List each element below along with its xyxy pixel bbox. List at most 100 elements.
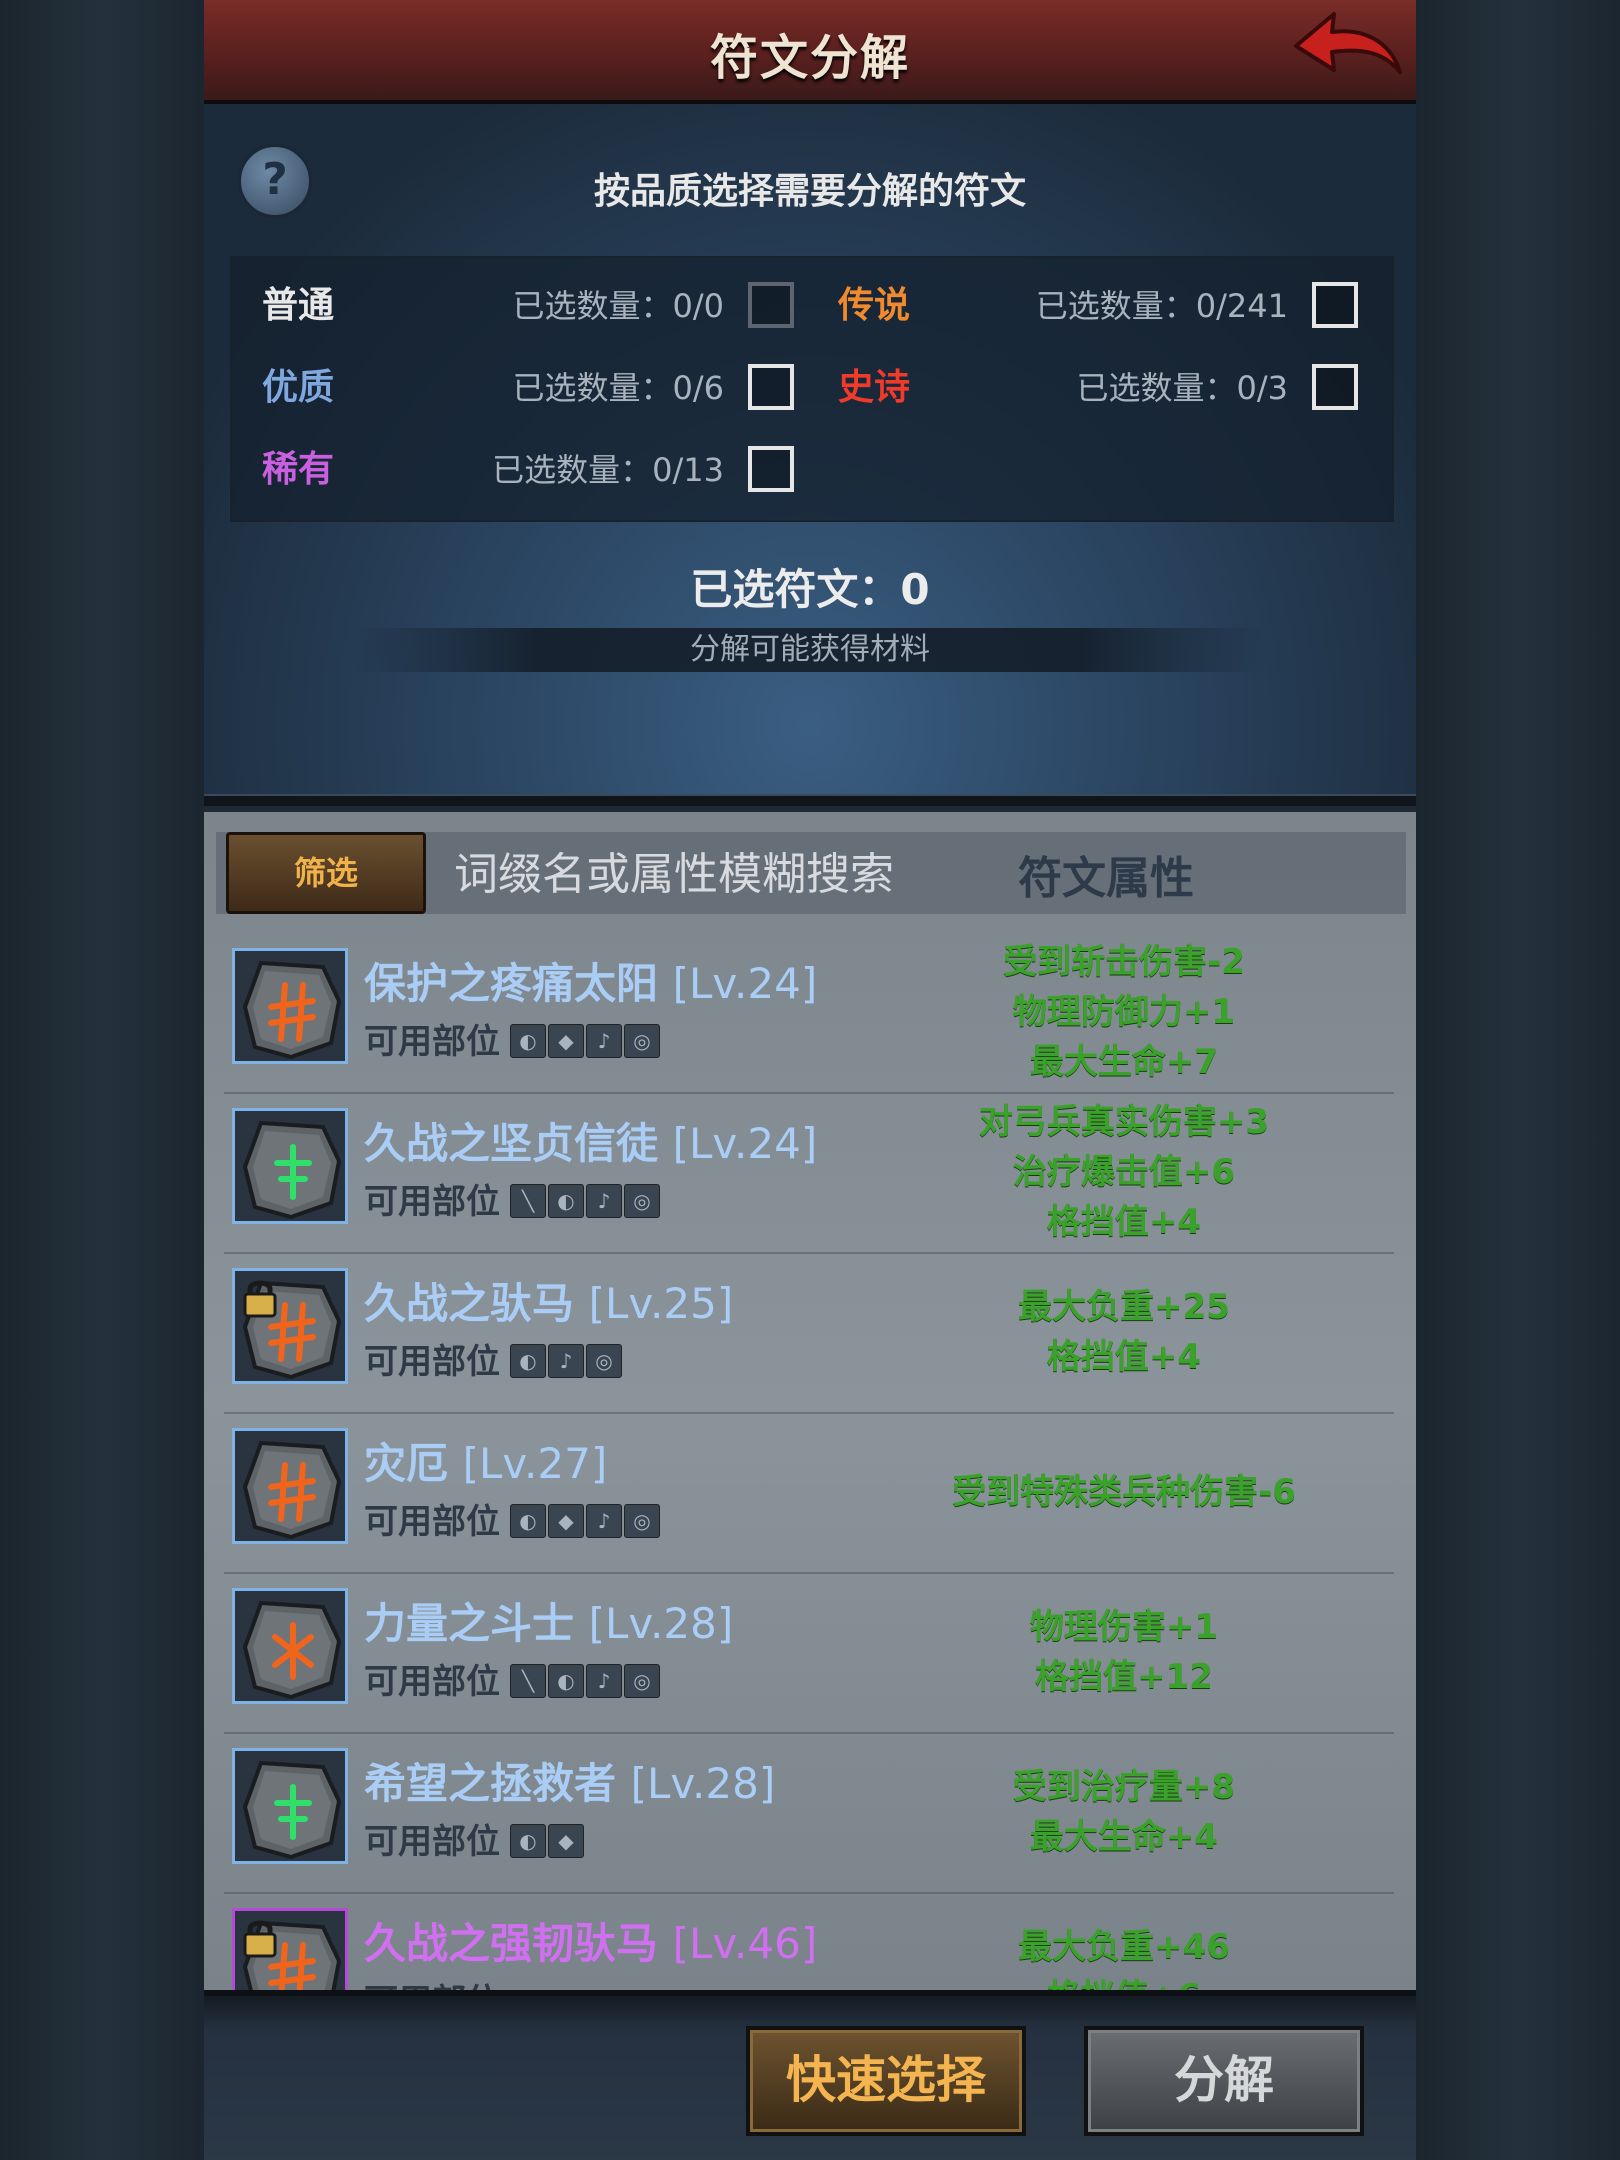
rune-icon[interactable]	[232, 1268, 348, 1384]
slot-boots-icon: ♪	[548, 1344, 584, 1378]
slot-helmet-icon: ◐	[548, 1184, 584, 1218]
rune-icon[interactable]	[232, 1748, 348, 1864]
rune-level: [Lv.24]	[672, 959, 818, 1008]
rune-name: 希望之拯救者 [Lv.28]	[364, 1750, 775, 1811]
quality-name: 稀有	[262, 449, 335, 490]
slot-armor-icon: ◆	[548, 1504, 584, 1538]
quality-row-rare: 稀有 已选数量：0/13	[262, 440, 794, 500]
search-input[interactable]	[452, 836, 956, 912]
rune-name: 久战之驮马 [Lv.25]	[364, 1270, 733, 1331]
slot-ring-icon: ◎	[624, 1184, 660, 1218]
rune-icon[interactable]	[232, 948, 348, 1064]
quality-selection-area: ? 按品质选择需要分解的符文 普通 已选数量：0/0 优质 已选数量：0/6 稀…	[204, 104, 1416, 794]
rune-stone-icon	[242, 1600, 342, 1700]
quality-count: 已选数量：0/6	[512, 369, 724, 407]
slot-ring-icon: ◎	[624, 1504, 660, 1538]
slot-ring-icon: ◎	[586, 1344, 622, 1378]
rune-stone-icon	[242, 1120, 342, 1220]
quality-checkbox-fine[interactable]	[748, 364, 794, 410]
instruction-text: 按品质选择需要分解的符文	[593, 171, 1026, 212]
rune-attribute: 物理防御力+1	[1012, 992, 1236, 1032]
rune-attributes: 最大负重+25 格挡值+4	[924, 1252, 1324, 1412]
quick-select-button[interactable]: 快速选择	[746, 2026, 1026, 2136]
rune-title: 力量之斗士	[364, 1599, 575, 1648]
rune-decompose-panel: 符文分解 ? 按品质选择需要分解的符文 普通 已选数量：0/0 优质 已选数量：…	[204, 0, 1416, 2160]
rune-title: 久战之强韧驮马	[364, 1919, 659, 1968]
rune-attribute: 格挡值+4	[1046, 1337, 1202, 1377]
slot-boots-icon: ♪	[586, 1664, 622, 1698]
lock-icon	[243, 1280, 277, 1318]
selected-rune-count: 已选符文：0	[690, 565, 930, 614]
rune-title: 久战之驮马	[364, 1279, 575, 1328]
quality-row-epic: 史诗 已选数量：0/3	[838, 358, 1358, 418]
header-bar: 符文分解	[204, 0, 1416, 104]
rune-icon[interactable]	[232, 1588, 348, 1704]
quality-name: 史诗	[838, 367, 911, 408]
rune-attribute: 最大生命+4	[1029, 1817, 1219, 1857]
slot-sword-icon: ╲	[510, 1664, 546, 1698]
rune-icon[interactable]	[232, 1108, 348, 1224]
quality-name: 优质	[262, 367, 335, 408]
slots-label: 可用部位	[364, 1502, 500, 1542]
rune-list-area: 筛选 符文属性 保护之疼痛太阳 [Lv.24]可用部位◐◆♪◎受到斩击伤害-2物…	[204, 812, 1416, 2054]
rune-name: 保护之疼痛太阳 [Lv.24]	[364, 950, 817, 1011]
slot-helmet-icon: ◐	[510, 1024, 546, 1058]
quality-row-legendary: 传说 已选数量：0/241	[838, 276, 1358, 336]
quality-count: 已选数量：0/13	[492, 451, 724, 489]
rune-attribute: 格挡值+12	[1035, 1657, 1213, 1697]
rune-title: 灾厄	[364, 1439, 449, 1488]
rune-attributes: 受到特殊类兵种伤害-6	[924, 1412, 1324, 1572]
quality-name: 普通	[262, 285, 335, 326]
rune-row[interactable]: 保护之疼痛太阳 [Lv.24] 可用部位 ◐ ◆ ♪ ◎ 受到斩击伤害-2 物理防御力+1 最大…	[224, 932, 1394, 1094]
slots-label: 可用部位	[364, 1022, 500, 1062]
rune-level: [Lv.25]	[588, 1279, 734, 1328]
slots-label: 可用部位	[364, 1342, 500, 1382]
rune-attribute: 最大负重+46	[1018, 1927, 1230, 1967]
quality-row-common: 普通 已选数量：0/0	[262, 276, 794, 336]
rune-name: 久战之强韧驮马 [Lv.46]	[364, 1910, 817, 1971]
rune-row[interactable]: 久战之驮马 [Lv.25] 可用部位 ◐ ♪ ◎ 最大负重+25 格挡值+4	[224, 1252, 1394, 1414]
rune-stone-icon	[242, 1440, 342, 1540]
rune-title: 久战之坚贞信徒	[364, 1119, 659, 1168]
slots-label: 可用部位	[364, 1822, 500, 1862]
rune-attributes: 受到治疗量+8 最大生命+4	[924, 1732, 1324, 1892]
rune-attributes: 受到斩击伤害-2 物理防御力+1 最大生命+7	[924, 932, 1324, 1092]
rune-row[interactable]: 灾厄 [Lv.27] 可用部位 ◐ ◆ ♪ ◎ 受到特殊类兵种伤害-6	[224, 1412, 1394, 1574]
rune-stone-icon	[242, 960, 342, 1060]
quality-checkbox-legendary[interactable]	[1312, 282, 1358, 328]
slot-ring-icon: ◎	[624, 1664, 660, 1698]
quality-name: 传说	[838, 285, 911, 326]
bottom-action-bar: 快速选择 分解	[204, 1990, 1416, 2160]
rune-level: [Lv.27]	[462, 1439, 608, 1488]
rune-level: [Lv.28]	[630, 1759, 776, 1808]
quality-row-fine: 优质 已选数量：0/6	[262, 358, 794, 418]
quality-checkbox-common[interactable]	[748, 282, 794, 328]
slot-armor-icon: ◆	[548, 1824, 584, 1858]
slot-helmet-icon: ◐	[510, 1344, 546, 1378]
filter-button[interactable]: 筛选	[226, 832, 426, 914]
slot-sword-icon: ╲	[510, 1184, 546, 1218]
rune-attribute: 最大负重+25	[1018, 1287, 1230, 1327]
rune-level: [Lv.46]	[672, 1919, 818, 1968]
rune-row[interactable]: 力量之斗士 [Lv.28] 可用部位 ╲ ◐ ♪ ◎ 物理伤害+1 格挡值+12	[224, 1572, 1394, 1734]
rune-attribute: 对弓兵真实伤害+3	[978, 1102, 1270, 1142]
slot-boots-icon: ♪	[586, 1024, 622, 1058]
quality-count: 已选数量：0/241	[1035, 287, 1288, 325]
quality-checkbox-epic[interactable]	[1312, 364, 1358, 410]
rune-title: 希望之拯救者	[364, 1759, 617, 1808]
rune-icon[interactable]	[232, 1428, 348, 1544]
back-button[interactable]	[1290, 6, 1406, 92]
rune-attribute: 受到特殊类兵种伤害-6	[952, 1472, 1296, 1512]
material-hint: 分解可能获得材料	[354, 628, 1266, 672]
rune-row[interactable]: 希望之拯救者 [Lv.28] 可用部位 ◐ ◆ 受到治疗量+8 最大生命+4	[224, 1732, 1394, 1894]
back-arrow-icon	[1294, 12, 1402, 74]
slots-label: 可用部位	[364, 1662, 500, 1702]
rune-row[interactable]: 久战之坚贞信徒 [Lv.24] 可用部位 ╲ ◐ ♪ ◎ 对弓兵真实伤害+3 治疗爆击值+6 格…	[224, 1092, 1394, 1254]
rune-attribute: 受到斩击伤害-2	[1003, 942, 1245, 982]
rune-attributes: 物理伤害+1 格挡值+12	[924, 1572, 1324, 1732]
quality-checkbox-rare[interactable]	[748, 446, 794, 492]
slot-helmet-icon: ◐	[548, 1664, 584, 1698]
slot-helmet-icon: ◐	[510, 1824, 546, 1858]
decompose-button[interactable]: 分解	[1084, 2026, 1364, 2136]
page-title: 符文分解	[709, 30, 910, 86]
